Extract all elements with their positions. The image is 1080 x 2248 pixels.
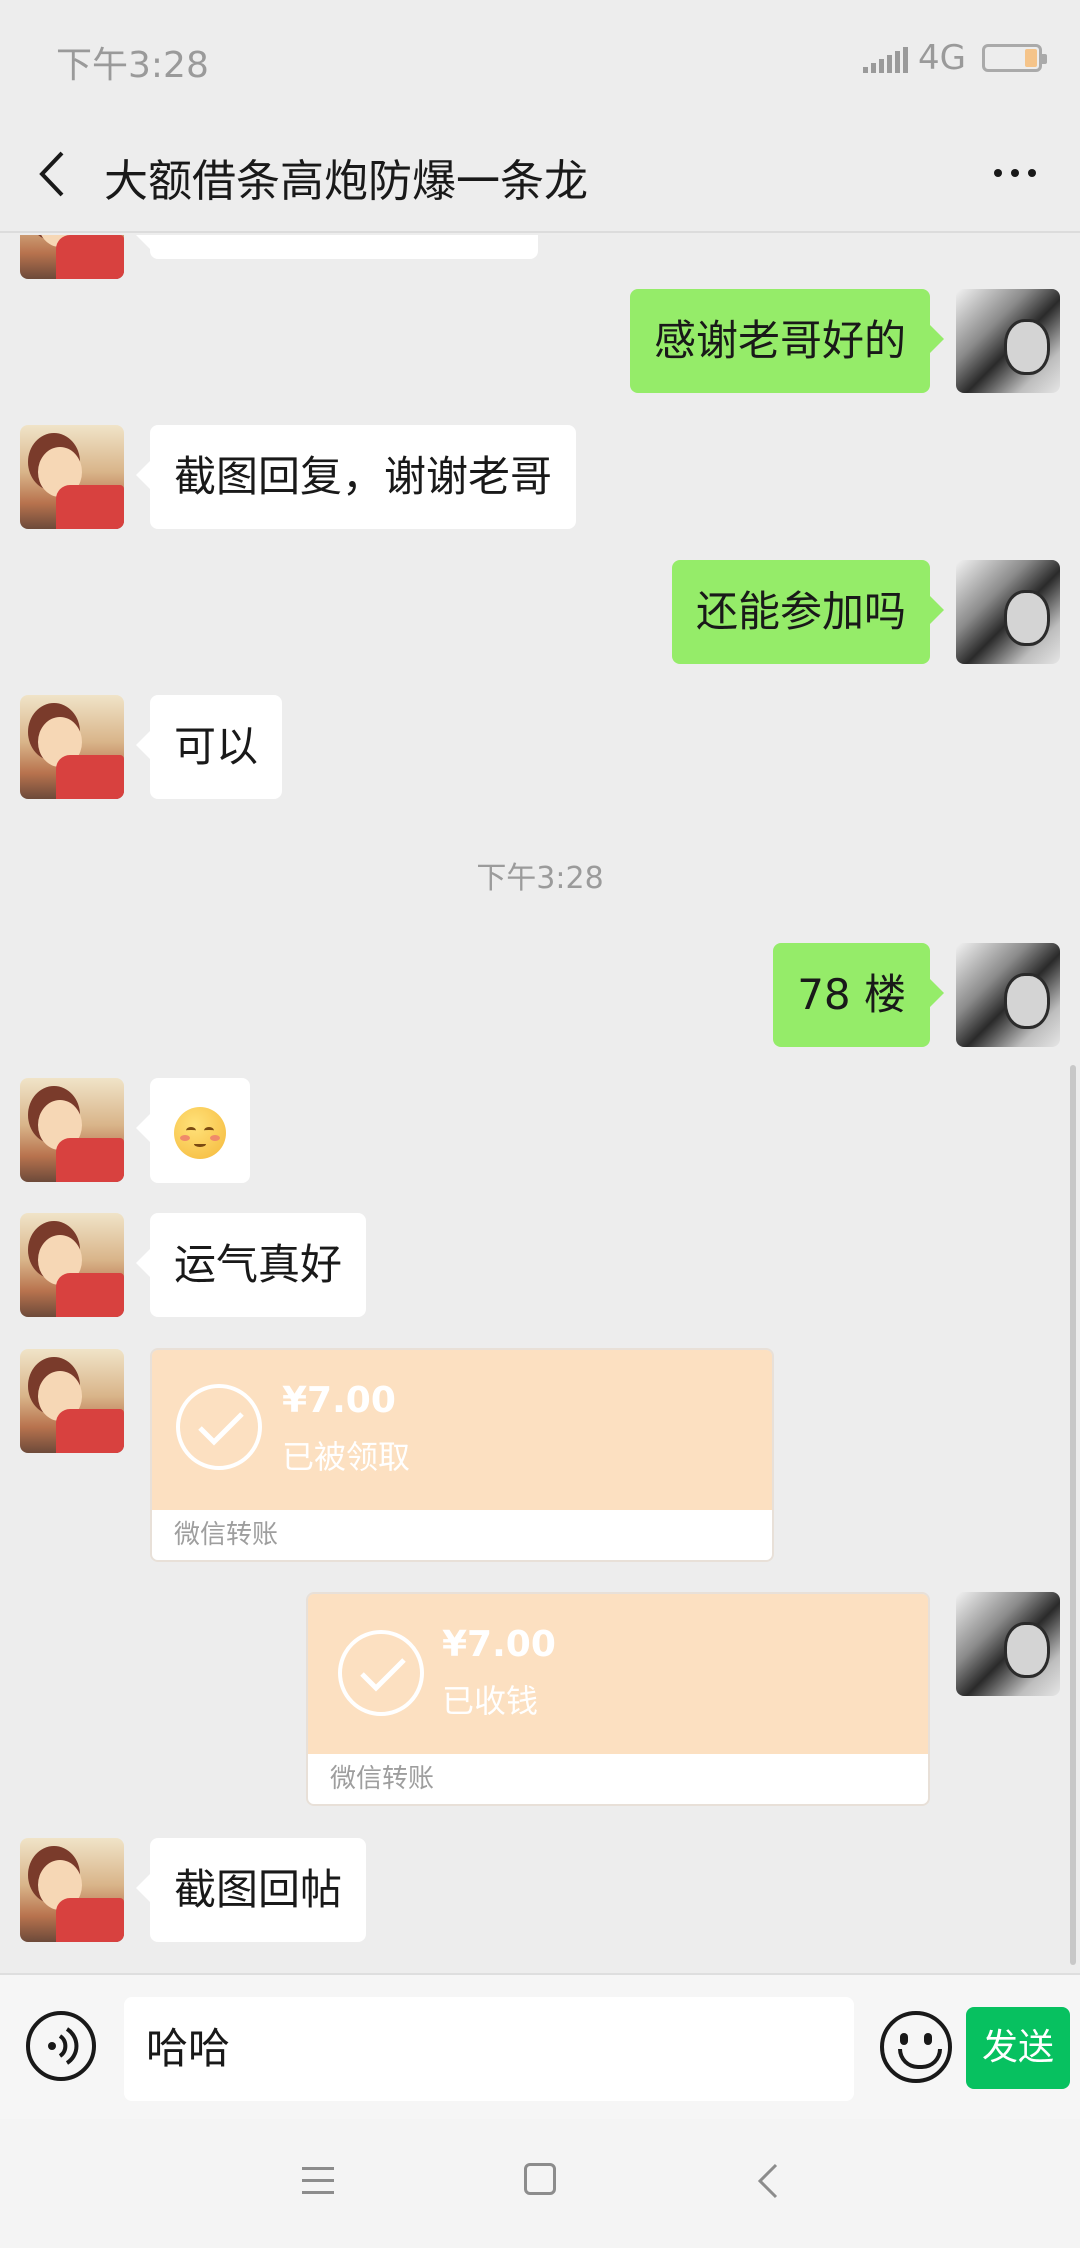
emoji-button[interactable]	[880, 2011, 952, 2083]
avatar[interactable]	[20, 235, 124, 279]
message-bubble[interactable]: 78 楼	[773, 943, 944, 1047]
transfer-status: 已收钱	[442, 1682, 539, 1720]
back-icon[interactable]	[754, 2161, 782, 2201]
message-bubble[interactable]: 感谢老哥好的	[629, 289, 945, 393]
avatar[interactable]	[956, 289, 1060, 393]
input-bar: 哈哈 发送	[0, 1973, 1080, 2119]
status-time: 下午3:28	[56, 45, 209, 86]
avatar[interactable]	[20, 1349, 124, 1453]
message-bubble[interactable]	[136, 235, 538, 259]
more-dots-icon	[994, 169, 1002, 177]
chat-title: 大额借条高炮防爆一条龙	[104, 156, 588, 207]
smiling-face-emoji	[174, 1106, 226, 1159]
voice-button[interactable]	[26, 2011, 96, 2081]
scrollbar[interactable]	[1070, 1065, 1076, 1965]
transfer-card[interactable]: ¥7.00 已被领取 微信转账	[150, 1348, 774, 1562]
more-button[interactable]	[980, 145, 1050, 201]
home-icon[interactable]	[524, 2163, 556, 2195]
menu-icon[interactable]	[302, 2167, 334, 2195]
transfer-status: 已被领取	[282, 1438, 411, 1476]
message-input[interactable]: 哈哈	[124, 1997, 854, 2101]
avatar[interactable]	[20, 425, 124, 529]
transfer-label: 微信转账	[152, 1510, 772, 1560]
avatar[interactable]	[20, 1838, 124, 1942]
message-bubble[interactable]: 可以	[135, 695, 283, 799]
check-circle-icon	[176, 1384, 262, 1470]
avatar[interactable]	[956, 943, 1060, 1047]
chevron-left-icon	[39, 151, 64, 197]
message-bubble[interactable]: 还能参加吗	[671, 560, 945, 664]
transfer-card[interactable]: ¥7.00 已收钱 微信转账	[306, 1592, 930, 1806]
chat-header: 大额借条高炮防爆一条龙	[0, 115, 1080, 233]
transfer-amount: ¥7.00	[282, 1380, 396, 1421]
message-bubble[interactable]	[136, 1078, 250, 1183]
transfer-amount: ¥7.00	[442, 1624, 556, 1665]
system-navigation	[0, 2119, 1080, 2248]
status-indicators: 4G	[863, 38, 1047, 78]
message-bubble[interactable]: 运气真好	[135, 1213, 367, 1317]
voice-icon	[48, 2027, 79, 2065]
avatar[interactable]	[956, 1592, 1060, 1696]
network-type: 4G	[918, 38, 966, 78]
message-timestamp: 下午3:28	[476, 861, 604, 896]
transfer-label: 微信转账	[308, 1754, 928, 1804]
message-bubble[interactable]: 截图回帖	[135, 1838, 367, 1942]
signal-icon	[863, 43, 909, 73]
status-bar: 下午3:28 4G	[0, 0, 1080, 115]
message-bubble[interactable]: 截图回复，谢谢老哥	[135, 425, 577, 529]
send-button[interactable]: 发送	[966, 2007, 1070, 2089]
avatar[interactable]	[956, 560, 1060, 664]
avatar[interactable]	[20, 1078, 124, 1182]
back-button[interactable]	[30, 147, 80, 201]
check-circle-icon	[338, 1630, 424, 1716]
avatar[interactable]	[20, 1213, 124, 1317]
avatar[interactable]	[20, 695, 124, 799]
message-list[interactable]: 感谢老哥好的 截图回复，谢谢老哥 还能参加吗 可以 下午3:28 78 楼 运气…	[0, 235, 1080, 1973]
battery-icon	[982, 44, 1047, 72]
